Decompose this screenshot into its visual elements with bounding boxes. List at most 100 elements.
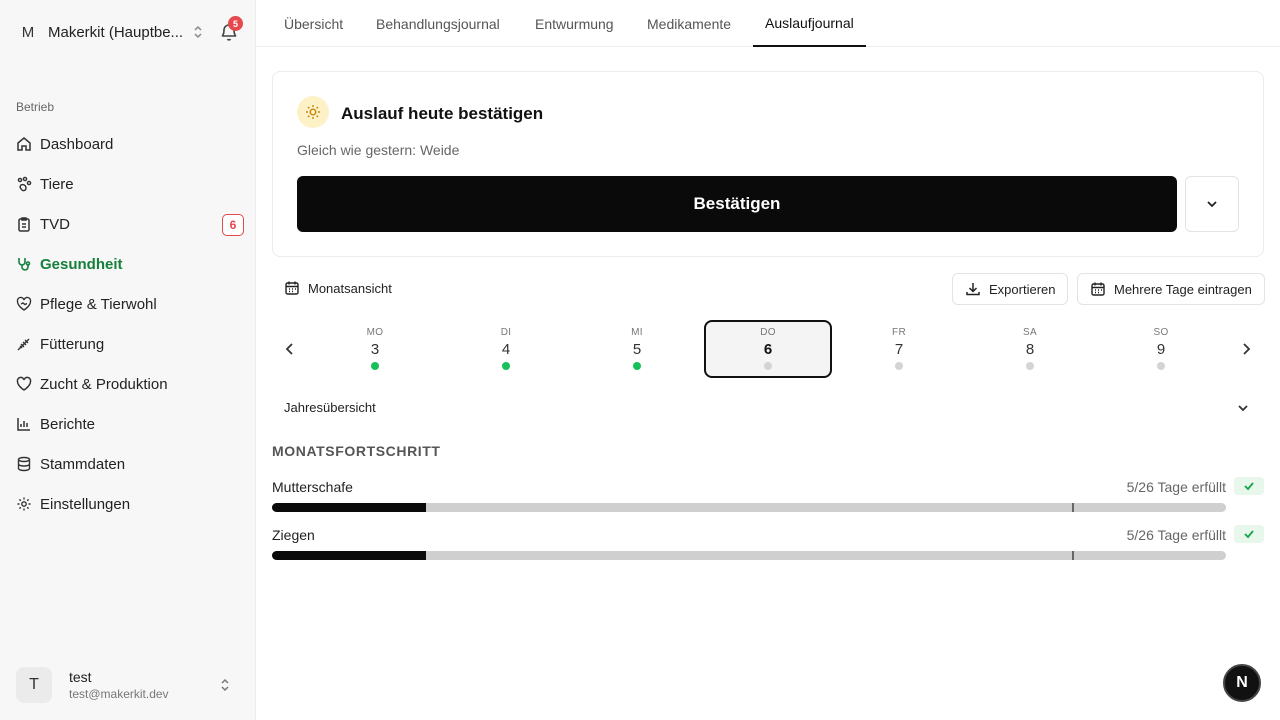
day-cell[interactable]: SA 8: [966, 320, 1094, 378]
day-number: 9: [1156, 341, 1166, 358]
sidebar-nav: Dashboard Tiere TVD 6 Gesundheit Pflege …: [16, 124, 244, 524]
sidebar-item-label: Dashboard: [40, 135, 114, 153]
day-number: 7: [894, 341, 904, 358]
chevron-left-icon[interactable]: [282, 341, 298, 357]
sidebar-item-berichte[interactable]: Berichte: [16, 404, 244, 444]
sidebar-item-pflege[interactable]: Pflege & Tierwohl: [16, 284, 244, 324]
sidebar-item-label: TVD: [40, 215, 70, 233]
status-dot: [895, 362, 903, 370]
year-overview-toggle[interactable]: Jahresübersicht: [284, 400, 376, 415]
calendar-icon: [1090, 281, 1106, 297]
nav-section-label: Betrieb: [16, 100, 55, 114]
stethoscope-icon: [16, 256, 32, 272]
sidebar-item-dashboard[interactable]: Dashboard: [16, 124, 244, 164]
status-dot: [633, 362, 641, 370]
user-info: test test@makerkit.dev: [69, 669, 169, 701]
user-email: test@makerkit.dev: [69, 687, 169, 701]
status-dot: [502, 362, 510, 370]
tab-behandlungsjournal[interactable]: Behandlungsjournal: [376, 0, 500, 47]
day-weekday: DI: [500, 327, 512, 338]
progress-target-marker: [1072, 551, 1075, 560]
chevrons-up-down-icon: [218, 677, 232, 693]
day-number: 3: [370, 341, 380, 358]
sidebar-item-fuetterung[interactable]: Fütterung: [16, 324, 244, 364]
avatar: T: [16, 667, 52, 703]
sidebar-item-stammdaten[interactable]: Stammdaten: [16, 444, 244, 484]
chevron-down-icon: [1205, 197, 1219, 211]
day-cell[interactable]: SO 9: [1097, 320, 1225, 378]
progress-bar: [272, 503, 1226, 512]
home-icon: [16, 136, 32, 152]
sidebar-item-label: Stammdaten: [40, 455, 126, 473]
tvd-count-badge: 6: [222, 214, 244, 236]
day-weekday: MO: [366, 327, 384, 338]
day-cell[interactable]: MI 5: [573, 320, 701, 378]
confirm-button[interactable]: Bestätigen: [297, 176, 1177, 232]
day-number: 8: [1025, 341, 1035, 358]
status-dot: [764, 362, 772, 370]
day-cell-selected[interactable]: DO 6: [704, 320, 832, 378]
progress-row-status: 5/26 Tage erfüllt: [1126, 479, 1226, 495]
progress-row-label: Ziegen: [272, 527, 315, 543]
confirm-card: Auslauf heute bestätigen Gleich wie gest…: [272, 71, 1264, 257]
progress-row-label: Mutterschafe: [272, 479, 353, 495]
day-cell[interactable]: DI 4: [442, 320, 570, 378]
sidebar-item-tiere[interactable]: Tiere: [16, 164, 244, 204]
day-number: 6: [763, 341, 773, 358]
paw-icon: [16, 176, 32, 192]
tab-medikamente[interactable]: Medikamente: [647, 0, 731, 47]
org-switcher[interactable]: M Makerkit (Hauptbe... 5: [16, 16, 243, 46]
day-weekday: SA: [1023, 327, 1037, 338]
card-subtitle: Gleich wie gestern: Weide: [297, 142, 460, 158]
tab-entwurmung[interactable]: Entwurmung: [535, 0, 614, 47]
tab-uebersicht[interactable]: Übersicht: [284, 0, 343, 47]
user-menu[interactable]: T test test@makerkit.dev: [16, 664, 242, 706]
status-dot: [371, 362, 379, 370]
sidebar-item-label: Berichte: [40, 415, 96, 433]
day-number: 5: [632, 341, 642, 358]
day-cell[interactable]: FR 7: [835, 320, 963, 378]
day-weekday: MI: [631, 327, 643, 338]
sidebar-item-tvd[interactable]: TVD 6: [16, 204, 244, 244]
check-icon: [1234, 525, 1264, 543]
nextjs-dev-button[interactable]: N: [1223, 664, 1261, 702]
options-dropdown-button[interactable]: [1185, 176, 1239, 232]
card-title: Auslauf heute bestätigen: [341, 104, 544, 123]
database-icon: [16, 456, 32, 472]
user-name: test: [69, 669, 92, 685]
progress-bar-fill: [272, 551, 426, 560]
day-cell[interactable]: MO 3: [311, 320, 439, 378]
tab-auslaufjournal[interactable]: Auslaufjournal: [753, 0, 866, 47]
sidebar-item-label: Einstellungen: [40, 495, 131, 513]
org-name: Makerkit (Hauptbe...: [48, 23, 184, 41]
heart-icon: [16, 376, 32, 392]
chevron-down-icon[interactable]: [1236, 401, 1250, 415]
day-weekday: DO: [760, 327, 776, 338]
sidebar-item-einstellungen[interactable]: Einstellungen: [16, 484, 244, 524]
sidebar-item-label: Fütterung: [40, 335, 105, 353]
sidebar-item-label: Tiere: [40, 175, 74, 193]
progress-bar: [272, 551, 1226, 560]
sidebar-item-gesundheit[interactable]: Gesundheit: [16, 244, 244, 284]
multi-days-button[interactable]: Mehrere Tage eintragen: [1077, 273, 1265, 305]
monthly-progress-title: MONATSFORTSCHRITT: [272, 443, 441, 459]
tab-bar: Übersicht Behandlungsjournal Entwurmung …: [256, 0, 1280, 47]
month-view-toggle[interactable]: Monatsansicht: [284, 280, 392, 296]
sidebar-item-label: Pflege & Tierwohl: [40, 295, 157, 313]
status-dot: [1026, 362, 1034, 370]
progress-bar-fill: [272, 503, 426, 512]
sun-icon: [297, 96, 329, 128]
org-avatar: M: [21, 23, 35, 41]
month-view-label: Monatsansicht: [308, 280, 392, 296]
wheat-icon: [16, 336, 32, 352]
day-number: 4: [501, 341, 511, 358]
sidebar-item-label: Gesundheit: [40, 255, 123, 273]
progress-target-marker: [1072, 503, 1075, 512]
chevrons-up-down-icon: [191, 24, 205, 40]
chevron-right-icon[interactable]: [1238, 341, 1254, 357]
export-button[interactable]: Exportieren: [952, 273, 1069, 305]
calendar-icon: [284, 280, 300, 296]
progress-row-status: 5/26 Tage erfüllt: [1126, 527, 1226, 543]
notification-badge: 5: [228, 16, 243, 31]
sidebar-item-zucht[interactable]: Zucht & Produktion: [16, 364, 244, 404]
